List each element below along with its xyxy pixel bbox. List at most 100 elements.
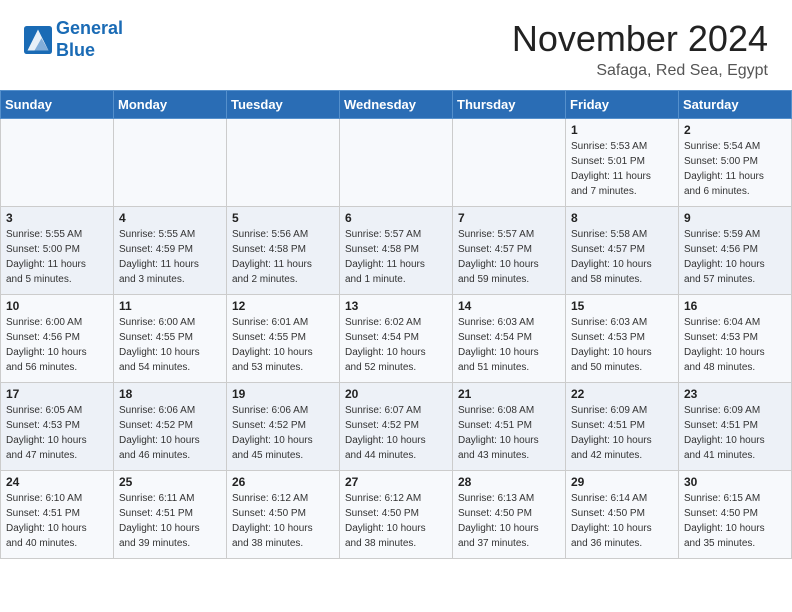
day-number: 23 — [684, 387, 786, 401]
title-block: November 2024 Safaga, Red Sea, Egypt — [512, 18, 768, 80]
day-info: Sunrise: 6:00 AM Sunset: 4:56 PM Dayligh… — [6, 315, 108, 375]
day-info: Sunrise: 6:06 AM Sunset: 4:52 PM Dayligh… — [232, 403, 334, 463]
calendar-cell: 27 Sunrise: 6:12 AM Sunset: 4:50 PM Dayli… — [340, 471, 453, 559]
location-subtitle: Safaga, Red Sea, Egypt — [512, 62, 768, 80]
day-number: 17 — [6, 387, 108, 401]
calendar-cell: 16 Sunrise: 6:04 AM Sunset: 4:53 PM Dayli… — [679, 295, 792, 383]
weekday-header-sunday: Sunday — [1, 91, 114, 119]
calendar-cell: 10 Sunrise: 6:00 AM Sunset: 4:56 PM Dayli… — [1, 295, 114, 383]
day-number: 8 — [571, 211, 673, 225]
calendar-cell: 13 Sunrise: 6:02 AM Sunset: 4:54 PM Dayli… — [340, 295, 453, 383]
day-info: Sunrise: 6:15 AM Sunset: 4:50 PM Dayligh… — [684, 491, 786, 551]
calendar-table: SundayMondayTuesdayWednesdayThursdayFrid… — [0, 90, 792, 559]
day-info: Sunrise: 6:10 AM Sunset: 4:51 PM Dayligh… — [6, 491, 108, 551]
day-info: Sunrise: 6:04 AM Sunset: 4:53 PM Dayligh… — [684, 315, 786, 375]
calendar-cell: 23 Sunrise: 6:09 AM Sunset: 4:51 PM Dayli… — [679, 383, 792, 471]
day-info: Sunrise: 5:53 AM Sunset: 5:01 PM Dayligh… — [571, 139, 673, 199]
day-number: 20 — [345, 387, 447, 401]
calendar-cell: 12Sunrise: 6:01 AM Sunset: 4:55 PM Dayli… — [227, 295, 340, 383]
day-number: 14 — [458, 299, 560, 313]
day-info: Sunrise: 6:09 AM Sunset: 4:51 PM Dayligh… — [571, 403, 673, 463]
calendar-cell: 3 Sunrise: 5:55 AM Sunset: 5:00 PM Daylig… — [1, 207, 114, 295]
logo-text: General Blue — [56, 18, 123, 61]
day-info: Sunrise: 6:11 AM Sunset: 4:51 PM Dayligh… — [119, 491, 221, 551]
day-number: 27 — [345, 475, 447, 489]
day-info: Sunrise: 5:56 AM Sunset: 4:58 PM Dayligh… — [232, 227, 334, 287]
month-title: November 2024 — [512, 18, 768, 60]
calendar-week-3: 17 Sunrise: 6:05 AM Sunset: 4:53 PM Dayli… — [1, 383, 792, 471]
weekday-header-wednesday: Wednesday — [340, 91, 453, 119]
calendar-cell: 15 Sunrise: 6:03 AM Sunset: 4:53 PM Dayli… — [566, 295, 679, 383]
calendar-cell — [114, 119, 227, 207]
day-info: Sunrise: 5:57 AM Sunset: 4:58 PM Dayligh… — [345, 227, 447, 287]
calendar-cell: 8 Sunrise: 5:58 AM Sunset: 4:57 PM Daylig… — [566, 207, 679, 295]
logo-line2: Blue — [56, 40, 95, 60]
day-info: Sunrise: 6:12 AM Sunset: 4:50 PM Dayligh… — [232, 491, 334, 551]
day-info: Sunrise: 6:09 AM Sunset: 4:51 PM Dayligh… — [684, 403, 786, 463]
calendar-cell: 5Sunrise: 5:56 AM Sunset: 4:58 PM Daylig… — [227, 207, 340, 295]
calendar-cell: 26 Sunrise: 6:12 AM Sunset: 4:50 PM Dayli… — [227, 471, 340, 559]
day-number: 3 — [6, 211, 108, 225]
day-number: 11 — [119, 299, 221, 313]
calendar-cell: 1 Sunrise: 5:53 AM Sunset: 5:01 PM Daylig… — [566, 119, 679, 207]
calendar-cell: 24 Sunrise: 6:10 AM Sunset: 4:51 PM Dayli… — [1, 471, 114, 559]
calendar-cell: 25 Sunrise: 6:11 AM Sunset: 4:51 PM Dayli… — [114, 471, 227, 559]
day-info: Sunrise: 6:02 AM Sunset: 4:54 PM Dayligh… — [345, 315, 447, 375]
day-info: Sunrise: 5:59 AM Sunset: 4:56 PM Dayligh… — [684, 227, 786, 287]
day-number: 22 — [571, 387, 673, 401]
day-info: Sunrise: 6:14 AM Sunset: 4:50 PM Dayligh… — [571, 491, 673, 551]
calendar-cell — [1, 119, 114, 207]
weekday-header-friday: Friday — [566, 91, 679, 119]
day-number: 24 — [6, 475, 108, 489]
weekday-header-saturday: Saturday — [679, 91, 792, 119]
day-info: Sunrise: 6:06 AM Sunset: 4:52 PM Dayligh… — [119, 403, 221, 463]
day-number: 4 — [119, 211, 221, 225]
logo: General Blue — [24, 18, 123, 61]
day-number: 29 — [571, 475, 673, 489]
day-number: 10 — [6, 299, 108, 313]
day-number: 18 — [119, 387, 221, 401]
day-number: 30 — [684, 475, 786, 489]
calendar-cell — [453, 119, 566, 207]
day-info: Sunrise: 6:13 AM Sunset: 4:50 PM Dayligh… — [458, 491, 560, 551]
day-info: Sunrise: 5:54 AM Sunset: 5:00 PM Dayligh… — [684, 139, 786, 199]
calendar-cell: 6 Sunrise: 5:57 AM Sunset: 4:58 PM Daylig… — [340, 207, 453, 295]
calendar-cell: 22 Sunrise: 6:09 AM Sunset: 4:51 PM Dayli… — [566, 383, 679, 471]
day-number: 16 — [684, 299, 786, 313]
calendar-week-4: 24 Sunrise: 6:10 AM Sunset: 4:51 PM Dayli… — [1, 471, 792, 559]
calendar-cell: 7Sunrise: 5:57 AM Sunset: 4:57 PM Daylig… — [453, 207, 566, 295]
day-number: 1 — [571, 123, 673, 137]
calendar-week-0: 1 Sunrise: 5:53 AM Sunset: 5:01 PM Daylig… — [1, 119, 792, 207]
day-number: 25 — [119, 475, 221, 489]
day-number: 26 — [232, 475, 334, 489]
day-number: 15 — [571, 299, 673, 313]
day-number: 6 — [345, 211, 447, 225]
calendar-week-2: 10 Sunrise: 6:00 AM Sunset: 4:56 PM Dayli… — [1, 295, 792, 383]
calendar-cell — [227, 119, 340, 207]
weekday-header-monday: Monday — [114, 91, 227, 119]
day-info: Sunrise: 5:55 AM Sunset: 5:00 PM Dayligh… — [6, 227, 108, 287]
day-info: Sunrise: 5:58 AM Sunset: 4:57 PM Dayligh… — [571, 227, 673, 287]
day-number: 13 — [345, 299, 447, 313]
day-info: Sunrise: 6:12 AM Sunset: 4:50 PM Dayligh… — [345, 491, 447, 551]
day-info: Sunrise: 6:03 AM Sunset: 4:53 PM Dayligh… — [571, 315, 673, 375]
day-info: Sunrise: 5:57 AM Sunset: 4:57 PM Dayligh… — [458, 227, 560, 287]
page-header: General Blue November 2024 Safaga, Red S… — [0, 0, 792, 90]
calendar-cell: 30 Sunrise: 6:15 AM Sunset: 4:50 PM Dayli… — [679, 471, 792, 559]
day-info: Sunrise: 6:07 AM Sunset: 4:52 PM Dayligh… — [345, 403, 447, 463]
day-number: 12 — [232, 299, 334, 313]
calendar-cell: 14Sunrise: 6:03 AM Sunset: 4:54 PM Dayli… — [453, 295, 566, 383]
day-info: Sunrise: 6:05 AM Sunset: 4:53 PM Dayligh… — [6, 403, 108, 463]
calendar-cell: 21Sunrise: 6:08 AM Sunset: 4:51 PM Dayli… — [453, 383, 566, 471]
logo-icon — [24, 26, 52, 54]
calendar-cell: 11 Sunrise: 6:00 AM Sunset: 4:55 PM Dayli… — [114, 295, 227, 383]
weekday-header-row: SundayMondayTuesdayWednesdayThursdayFrid… — [1, 91, 792, 119]
day-info: Sunrise: 6:00 AM Sunset: 4:55 PM Dayligh… — [119, 315, 221, 375]
calendar-cell: 28 Sunrise: 6:13 AM Sunset: 4:50 PM Dayli… — [453, 471, 566, 559]
day-number: 2 — [684, 123, 786, 137]
logo-line1: General — [56, 18, 123, 38]
day-number: 28 — [458, 475, 560, 489]
calendar-header: SundayMondayTuesdayWednesdayThursdayFrid… — [1, 91, 792, 119]
weekday-header-thursday: Thursday — [453, 91, 566, 119]
calendar-cell — [340, 119, 453, 207]
